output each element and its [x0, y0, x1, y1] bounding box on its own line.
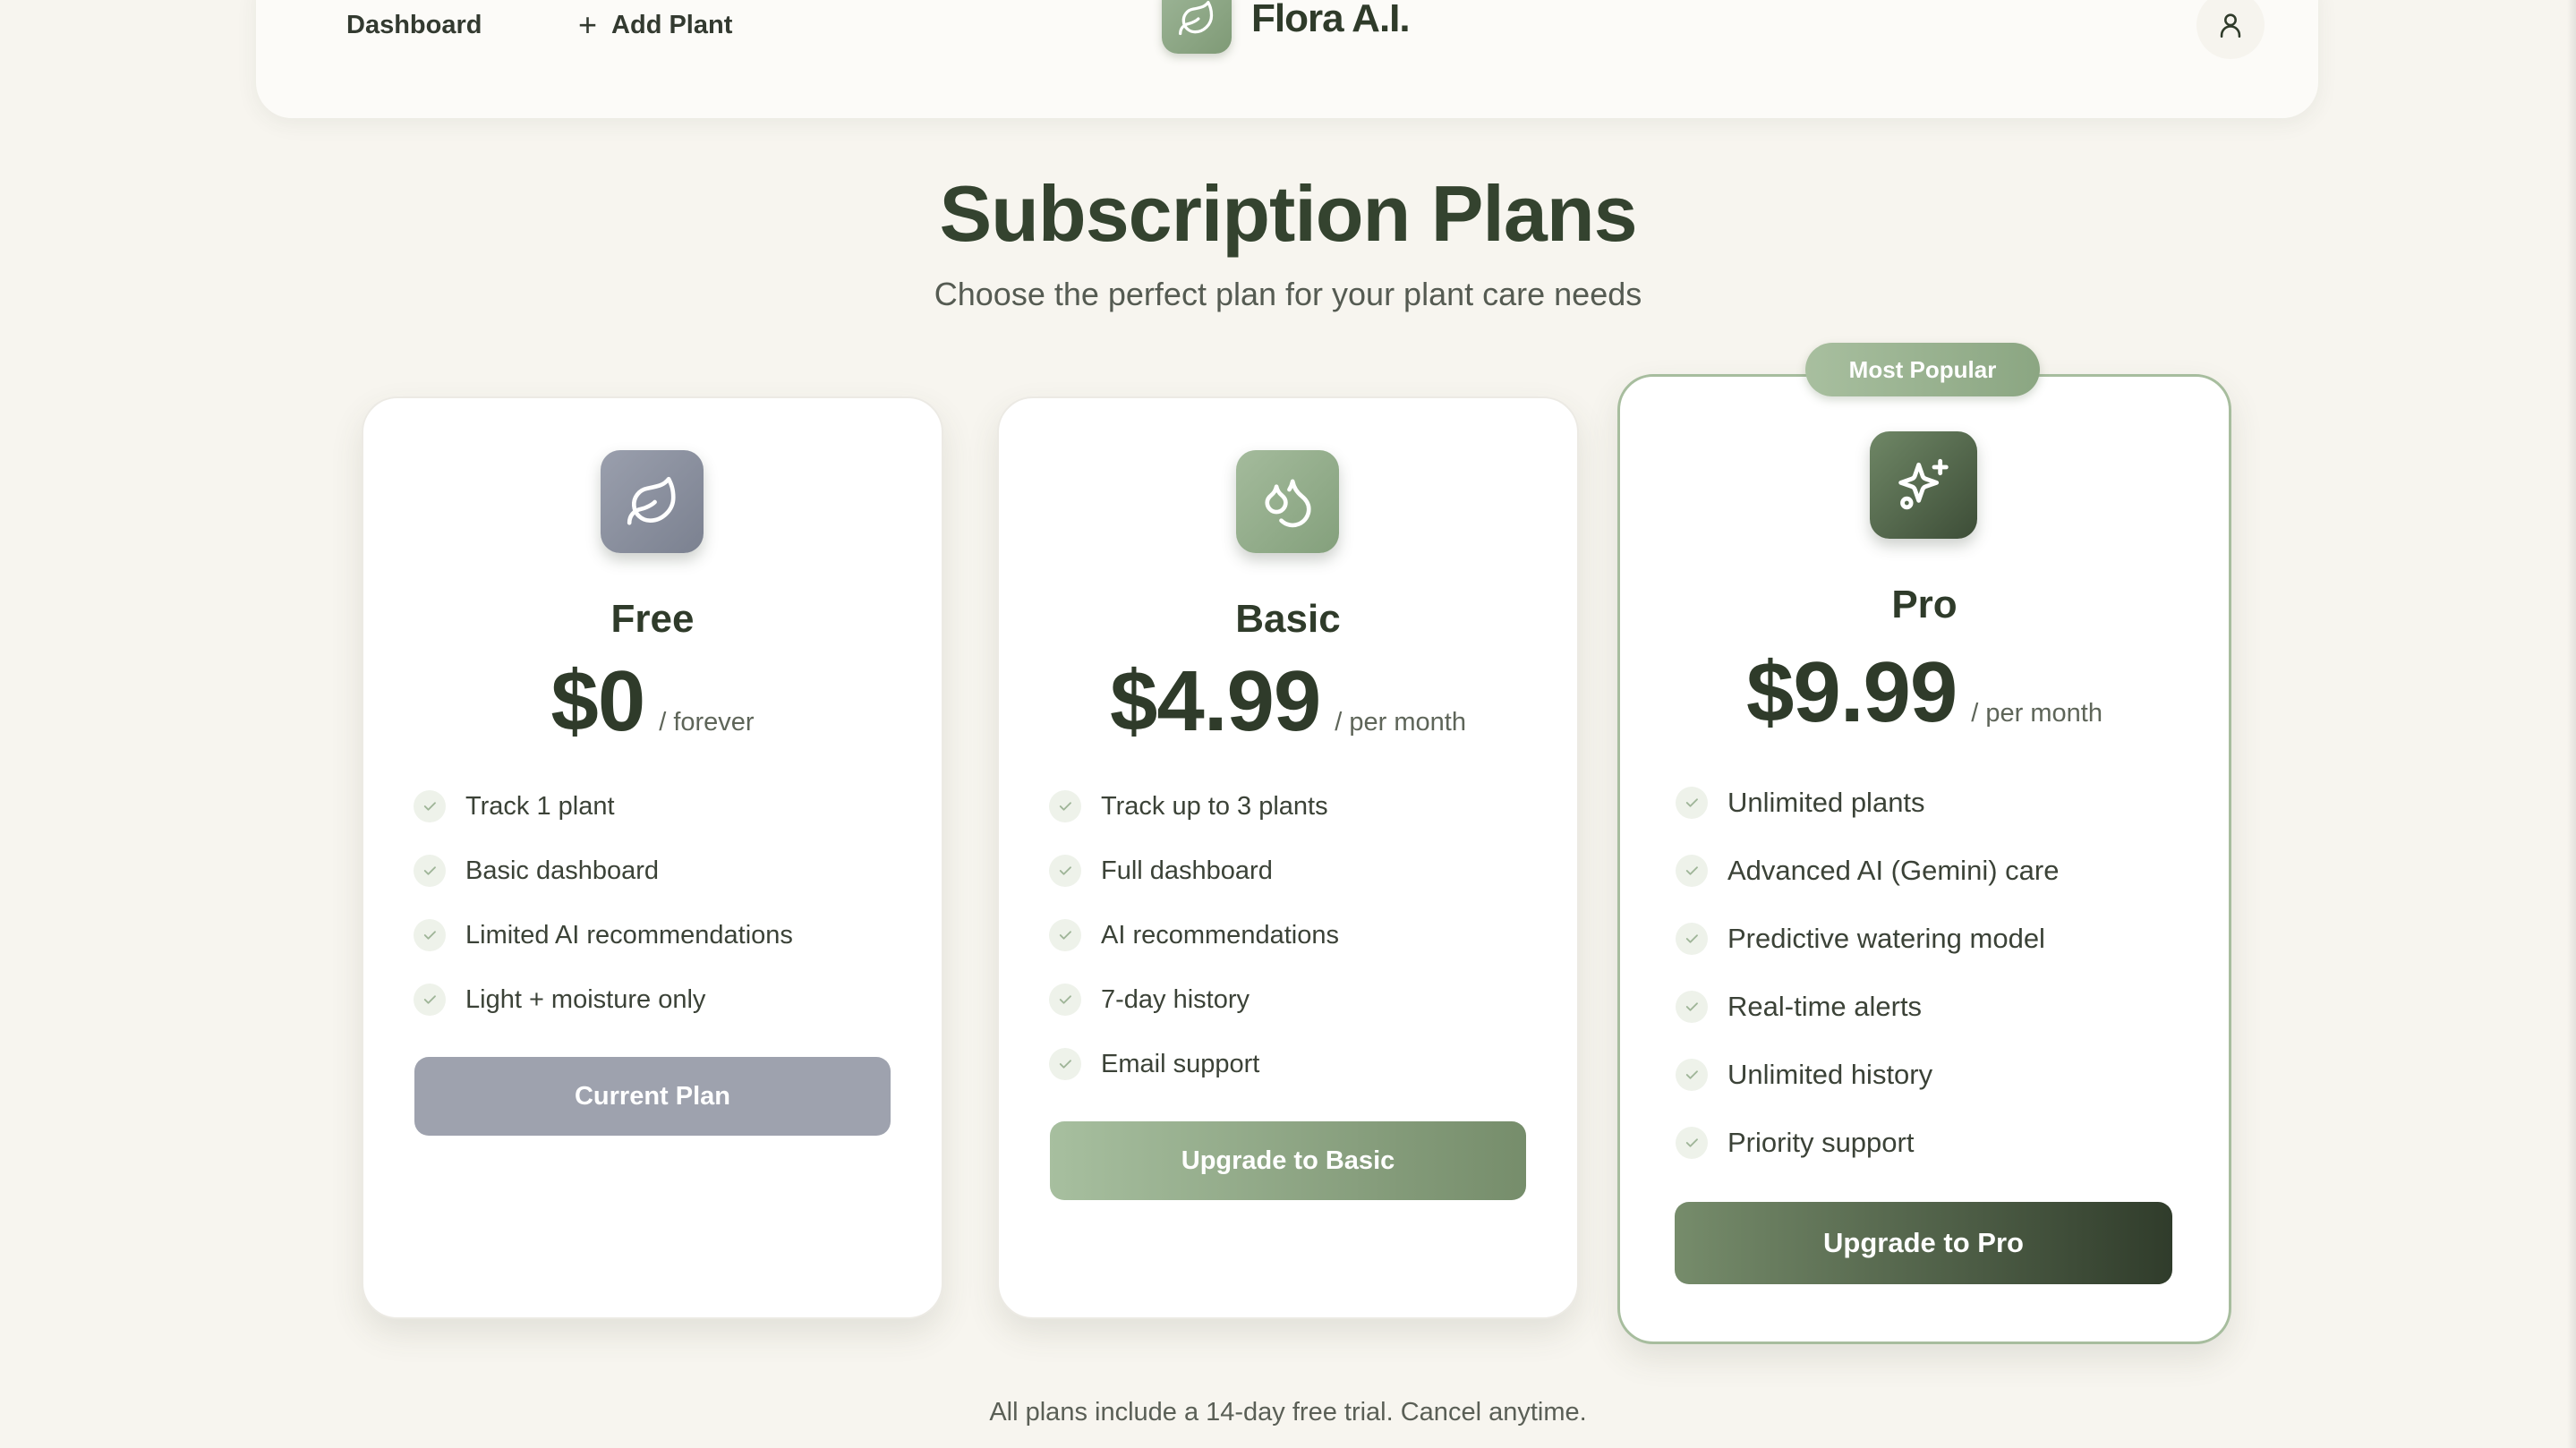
feature-item: Track 1 plant — [414, 774, 793, 839]
user-profile-button[interactable] — [2196, 0, 2265, 59]
plan-period: / per month — [1971, 699, 2103, 728]
feature-list: Track up to 3 plants Full dashboard AI r… — [1049, 774, 1339, 1096]
feature-label: Track up to 3 plants — [1101, 791, 1328, 821]
check-icon — [1676, 787, 1708, 819]
check-icon — [1049, 984, 1081, 1016]
check-icon — [1676, 991, 1708, 1023]
feature-item: Predictive watering model — [1676, 905, 2059, 973]
plan-card-free: Free $0 / forever Track 1 plant Basic da… — [362, 396, 943, 1319]
feature-label: Full dashboard — [1101, 856, 1273, 885]
feature-item: Full dashboard — [1049, 839, 1339, 903]
plan-name: Free — [610, 597, 695, 641]
footer-note: All plans include a 14-day free trial. C… — [989, 1398, 1587, 1427]
check-icon — [414, 790, 446, 822]
plan-period: / per month — [1335, 708, 1466, 737]
nav-dashboard-label: Dashboard — [346, 10, 482, 39]
check-icon — [414, 919, 446, 951]
feature-label: AI recommendations — [1101, 920, 1339, 950]
plan-name: Pro — [1891, 583, 1958, 626]
feature-item: Advanced AI (Gemini) care — [1676, 837, 2059, 905]
check-icon — [414, 855, 446, 887]
feature-label: Real-time alerts — [1727, 991, 1923, 1022]
sparkles-icon — [1870, 431, 1977, 539]
current-plan-button[interactable]: Current Plan — [414, 1057, 891, 1136]
check-icon — [1049, 855, 1081, 887]
leaf-icon — [601, 450, 704, 553]
check-icon — [414, 984, 446, 1016]
feature-item: Unlimited history — [1676, 1041, 2059, 1109]
check-icon — [1676, 855, 1708, 887]
feature-item: Unlimited plants — [1676, 769, 2059, 837]
most-popular-badge: Most Popular — [1805, 343, 2040, 396]
nav-add-plant-label: Add Plant — [611, 10, 733, 39]
upgrade-pro-button[interactable]: Upgrade to Pro — [1675, 1202, 2172, 1284]
feature-label: 7-day history — [1101, 984, 1250, 1014]
feature-label: Light + moisture only — [465, 984, 706, 1014]
top-nav: Dashboard + Add Plant Flora A.I. — [256, 0, 2318, 118]
feature-item: Real-time alerts — [1676, 973, 2059, 1041]
plan-card-basic: Basic $4.99 / per month Track up to 3 pl… — [997, 396, 1579, 1319]
feature-list: Track 1 plant Basic dashboard Limited AI… — [414, 774, 793, 1032]
check-icon — [1676, 1059, 1708, 1091]
feature-item: AI recommendations — [1049, 903, 1339, 967]
check-icon — [1049, 919, 1081, 951]
feature-item: Priority support — [1676, 1109, 2059, 1177]
feature-label: Email support — [1101, 1049, 1260, 1078]
price-row: $4.99 / per month — [999, 652, 1577, 751]
check-icon — [1049, 790, 1081, 822]
droplets-icon — [1236, 450, 1339, 553]
feature-item: Track up to 3 plants — [1049, 774, 1339, 839]
upgrade-basic-button[interactable]: Upgrade to Basic — [1050, 1121, 1526, 1200]
plan-price: $9.99 — [1746, 644, 1958, 740]
plan-period: / forever — [659, 708, 755, 737]
nav-add-plant-link[interactable]: + Add Plant — [578, 5, 732, 45]
feature-label: Track 1 plant — [465, 791, 615, 821]
brand-name: Flora A.I. — [1251, 0, 1411, 40]
check-icon — [1676, 1127, 1708, 1159]
feature-item: 7-day history — [1049, 967, 1339, 1032]
feature-label: Unlimited history — [1727, 1059, 1933, 1090]
check-icon — [1676, 923, 1708, 955]
page-subtitle: Choose the perfect plan for your plant c… — [934, 276, 1642, 312]
feature-label: Priority support — [1727, 1127, 1915, 1158]
check-icon — [1049, 1048, 1081, 1080]
feature-label: Advanced AI (Gemini) care — [1727, 855, 2060, 886]
brand[interactable]: Flora A.I. — [1162, 0, 1411, 54]
user-icon — [2220, 13, 2241, 38]
page-title: Subscription Plans — [939, 169, 1637, 258]
feature-label: Limited AI recommendations — [465, 920, 793, 950]
price-row: $0 / forever — [363, 652, 942, 751]
feature-list: Unlimited plants Advanced AI (Gemini) ca… — [1676, 769, 2059, 1177]
feature-label: Basic dashboard — [465, 856, 660, 885]
feature-label: Unlimited plants — [1727, 787, 1925, 818]
plan-name: Basic — [1235, 597, 1341, 641]
leaf-icon — [1162, 0, 1232, 54]
plan-price: $0 — [550, 653, 645, 749]
plus-icon: + — [578, 6, 598, 43]
feature-item: Limited AI recommendations — [414, 903, 793, 967]
feature-item: Email support — [1049, 1032, 1339, 1096]
feature-item: Light + moisture only — [414, 967, 793, 1032]
feature-item: Basic dashboard — [414, 839, 793, 903]
plan-card-pro: Pro $9.99 / per month Unlimited plants A… — [1617, 374, 2231, 1344]
feature-label: Predictive watering model — [1727, 923, 2045, 954]
plan-price: $4.99 — [1110, 653, 1321, 749]
nav-dashboard-link[interactable]: Dashboard — [346, 5, 482, 45]
price-row: $9.99 / per month — [1620, 643, 2229, 742]
